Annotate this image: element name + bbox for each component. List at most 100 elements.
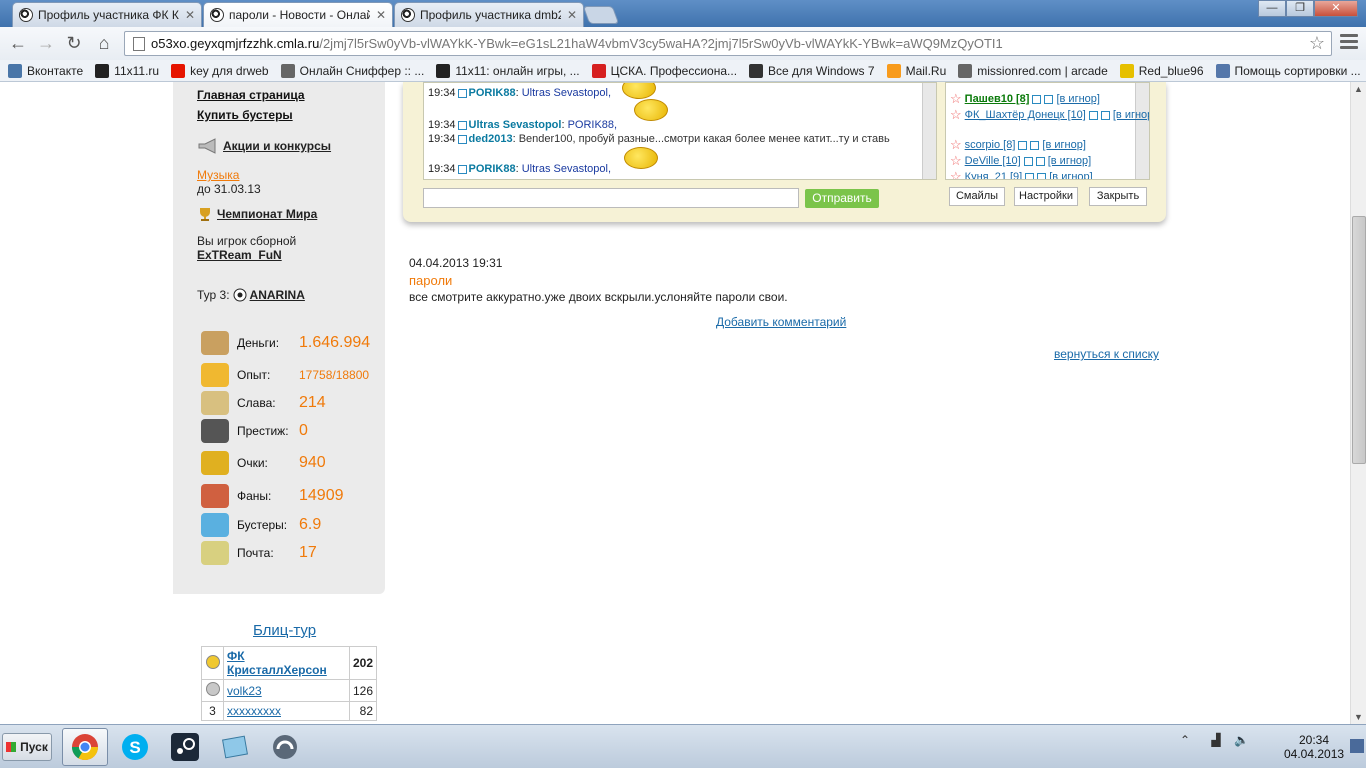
close-icon[interactable]: ✕: [185, 8, 195, 22]
bookmark-item[interactable]: key для drweb: [171, 63, 269, 78]
blitz-player-link[interactable]: xxxxxxxxx: [223, 701, 350, 721]
world-cup-row[interactable]: Чемпионат Мира: [197, 206, 317, 222]
info-icon[interactable]: [1025, 172, 1035, 179]
start-button[interactable]: Пуск: [2, 733, 52, 761]
ignore-link[interactable]: [в игнор]: [1049, 171, 1092, 179]
promo-row[interactable]: Акции и конкурсы: [197, 138, 331, 154]
skype-taskbar-button[interactable]: S: [112, 728, 158, 766]
chat-scrollbar[interactable]: [922, 83, 936, 179]
reload-icon[interactable]: ↻: [62, 32, 86, 54]
close-icon[interactable]: ✕: [376, 8, 386, 22]
add-comment-link[interactable]: Добавить комментарий: [716, 315, 846, 329]
address-bar[interactable]: o53xo.geyxqmjrfzzhk.cmla.ru /2jmj7l5rSw0…: [124, 31, 1332, 56]
bookmark-item[interactable]: missionred.com | arcade: [958, 63, 1108, 78]
ball-icon: [19, 8, 33, 22]
message-nick[interactable]: PORIK88: [469, 87, 516, 99]
promo-link[interactable]: Акции и конкурсы: [223, 139, 331, 153]
bookmark-item[interactable]: Все для Windows 7: [749, 63, 875, 78]
users-scrollbar[interactable]: [1135, 83, 1149, 179]
home-icon[interactable]: ⌂: [92, 32, 116, 54]
tab-news[interactable]: пароли - Новости - Онлайн ✕: [203, 2, 393, 27]
network-icon[interactable]: ▟: [1211, 733, 1220, 747]
blitz-player-link[interactable]: volk23: [223, 679, 350, 702]
chat-input[interactable]: [423, 188, 799, 208]
user-name-link[interactable]: Пашев10 [8]: [965, 93, 1030, 105]
page-scrollbar[interactable]: ▲ ▼: [1350, 82, 1366, 724]
info-icon[interactable]: [1088, 110, 1098, 120]
bookmark-item[interactable]: ЦСКА. Профессиона...: [591, 63, 737, 78]
music-link[interactable]: Музыка: [197, 168, 239, 182]
close-icon[interactable]: ✕: [567, 8, 577, 22]
steam-taskbar-button[interactable]: [162, 728, 208, 766]
window-close-button[interactable]: ✕: [1314, 0, 1358, 17]
bookmark-item[interactable]: Онлайн Сниффер :: ...: [280, 63, 424, 78]
user-name-link[interactable]: scorpio [8]: [965, 139, 1016, 151]
ignore-link[interactable]: [в игнор]: [1042, 139, 1085, 151]
plus-icon[interactable]: [1100, 110, 1110, 120]
back-to-list-link[interactable]: вернуться к списку: [1054, 347, 1159, 361]
forward-arrow-icon[interactable]: →: [34, 32, 58, 54]
message-time: 19:34: [428, 119, 456, 131]
ignore-link[interactable]: [в игнор]: [1056, 93, 1099, 105]
chat-message: 19:34 ded2013: Bender100, пробуй разные..…: [428, 133, 890, 145]
plus-icon[interactable]: [1030, 140, 1040, 150]
bookmark-item[interactable]: Red_blue96: [1119, 63, 1204, 78]
blitz-title[interactable]: Блиц-тур: [253, 622, 316, 639]
plus-icon[interactable]: [1037, 172, 1047, 179]
buy-boosters-link[interactable]: Купить бустеры: [197, 108, 293, 122]
blitz-player-link[interactable]: ФК КристаллХерсон: [223, 646, 350, 680]
user-name-link[interactable]: ФК_Шахтёр Донецк [10]: [965, 109, 1086, 121]
message-nick[interactable]: ded2013: [469, 133, 513, 145]
world-cup-link[interactable]: Чемпионат Мира: [217, 207, 317, 221]
plus-icon[interactable]: [457, 164, 467, 174]
chrome-taskbar-button[interactable]: [62, 728, 108, 766]
plus-icon[interactable]: [457, 120, 467, 130]
teamspeak-taskbar-button[interactable]: [262, 728, 308, 766]
plus-icon[interactable]: [1044, 94, 1054, 104]
star-icon[interactable]: ☆: [1309, 33, 1325, 54]
info-icon[interactable]: [1023, 156, 1033, 166]
message-nick[interactable]: Ultras Sevastopol: [469, 119, 562, 131]
volume-icon[interactable]: 🔈: [1234, 733, 1249, 747]
tab-profile-dmb[interactable]: Профиль участника dmb20 ✕: [394, 2, 584, 27]
show-desktop-button[interactable]: [1350, 739, 1364, 753]
scroll-down-icon[interactable]: ▼: [1354, 712, 1363, 722]
info-icon[interactable]: [1032, 94, 1042, 104]
new-tab-button[interactable]: [582, 6, 620, 24]
close-chat-button[interactable]: Закрыть: [1089, 187, 1147, 206]
ignore-link[interactable]: [в игнор]: [1113, 109, 1149, 121]
tour-opponent-link[interactable]: ANARINA: [250, 288, 305, 302]
tab-profile-fk[interactable]: Профиль участника ФК Кри ✕: [12, 2, 202, 27]
back-arrow-icon[interactable]: ←: [6, 32, 30, 54]
minimize-button[interactable]: —: [1258, 0, 1286, 17]
message-nick[interactable]: PORIK88: [469, 163, 516, 175]
show-hidden-icon[interactable]: ⌃: [1180, 733, 1190, 747]
user-name-link[interactable]: DeVille [10]: [965, 155, 1021, 167]
scrollbar-thumb[interactable]: [1352, 216, 1366, 464]
plus-icon[interactable]: [1035, 156, 1045, 166]
smileys-button[interactable]: Смайлы: [949, 187, 1005, 206]
ignore-link[interactable]: [в игнор]: [1048, 155, 1091, 167]
bookmark-item[interactable]: Mail.Ru: [886, 63, 946, 78]
silver-medal-icon: [205, 682, 220, 696]
n-icon: [1119, 63, 1134, 78]
bookmark-item[interactable]: Помощь сортировки ...: [1215, 63, 1361, 78]
bookmark-item[interactable]: 11x11.ru: [95, 63, 159, 78]
team-name-link[interactable]: ExTReam_FuN: [197, 248, 282, 262]
headset-icon: [273, 735, 297, 759]
menu-icon[interactable]: [1340, 34, 1358, 50]
settings-button[interactable]: Настройки: [1014, 187, 1078, 206]
user-name-link[interactable]: Куня_21 [9]: [965, 171, 1023, 179]
home-link[interactable]: Главная страница: [197, 88, 305, 102]
notes-taskbar-button[interactable]: [212, 728, 258, 766]
maximize-button[interactable]: ❐: [1286, 0, 1314, 17]
info-icon[interactable]: [1018, 140, 1028, 150]
plus-icon[interactable]: [457, 88, 467, 98]
stat-label: Слава:: [237, 396, 276, 410]
bookmark-item[interactable]: 11x11: онлайн игры, ...: [436, 63, 580, 78]
scroll-up-icon[interactable]: ▲: [1354, 84, 1363, 94]
plus-icon[interactable]: [457, 134, 467, 144]
clock[interactable]: 20:34 04.04.2013: [1284, 733, 1344, 761]
bookmark-item[interactable]: Вконтакте: [8, 63, 83, 78]
send-button[interactable]: Отправить: [805, 189, 879, 208]
